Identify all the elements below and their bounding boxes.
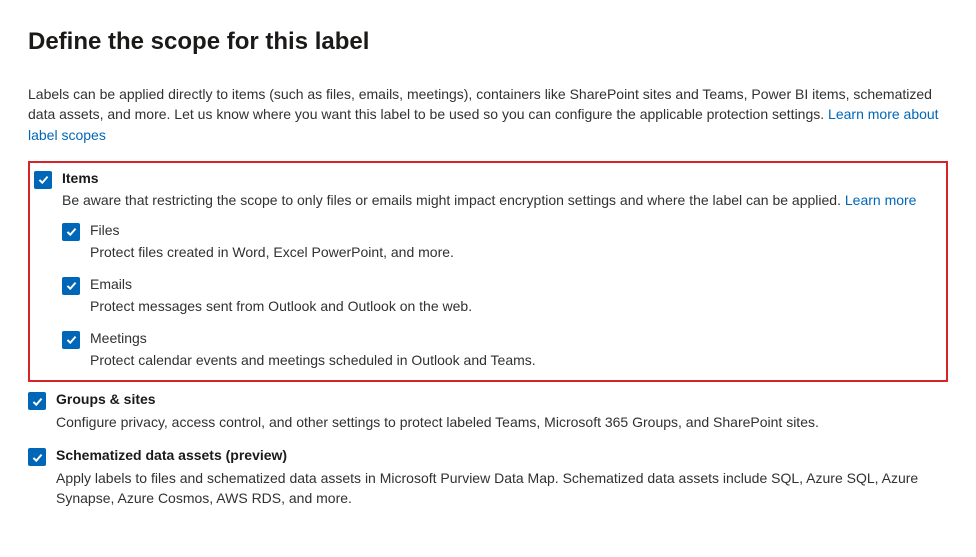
checkmark-icon (31, 395, 44, 408)
items-highlight-box: Items Be aware that restricting the scop… (28, 161, 948, 383)
intro-body: Labels can be applied directly to items … (28, 86, 932, 122)
checkmark-icon (65, 279, 78, 292)
sub-option-meetings: Meetings Protect calendar events and mee… (62, 329, 938, 371)
items-label: Items (62, 169, 938, 189)
meetings-desc: Protect calendar events and meetings sch… (90, 350, 938, 370)
schematized-checkbox[interactable] (28, 448, 46, 466)
option-items: Items Be aware that restricting the scop… (34, 169, 938, 373)
items-checkbox[interactable] (34, 171, 52, 189)
emails-desc: Protect messages sent from Outlook and O… (90, 296, 938, 316)
items-sub-list: Files Protect files created in Word, Exc… (62, 221, 938, 371)
checkmark-icon (31, 451, 44, 464)
files-desc: Protect files created in Word, Excel Pow… (90, 242, 938, 262)
items-desc: Be aware that restricting the scope to o… (62, 190, 938, 210)
intro-text: Labels can be applied directly to items … (28, 84, 948, 145)
page-title: Define the scope for this label (28, 28, 948, 56)
checkmark-icon (37, 173, 50, 186)
groups-desc: Configure privacy, access control, and o… (56, 412, 948, 432)
option-schematized: Schematized data assets (preview) Apply … (28, 446, 948, 508)
groups-label: Groups & sites (56, 390, 948, 410)
sub-option-emails: Emails Protect messages sent from Outloo… (62, 275, 938, 317)
option-groups-sites: Groups & sites Configure privacy, access… (28, 390, 948, 432)
emails-checkbox[interactable] (62, 277, 80, 295)
emails-label: Emails (90, 275, 938, 295)
files-label: Files (90, 221, 938, 241)
schematized-label: Schematized data assets (preview) (56, 446, 948, 466)
checkmark-icon (65, 225, 78, 238)
checkmark-icon (65, 333, 78, 346)
sub-option-files: Files Protect files created in Word, Exc… (62, 221, 938, 263)
files-checkbox[interactable] (62, 223, 80, 241)
meetings-label: Meetings (90, 329, 938, 349)
items-learn-more-link[interactable]: Learn more (845, 192, 917, 208)
groups-checkbox[interactable] (28, 392, 46, 410)
schematized-desc: Apply labels to files and schematized da… (56, 468, 948, 509)
meetings-checkbox[interactable] (62, 331, 80, 349)
